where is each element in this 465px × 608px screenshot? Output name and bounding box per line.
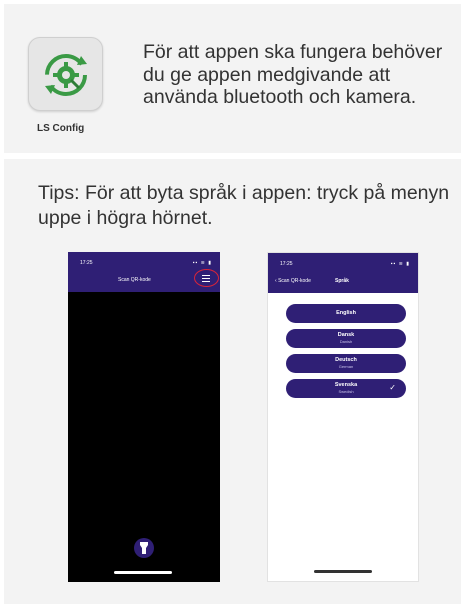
phone-screenshot-scan: 17:25 ▪▪ ≋ ▮ Scan QR-kode	[68, 252, 220, 582]
app-name-label: LS Config	[37, 123, 85, 134]
language-name: Deutsch	[335, 357, 357, 363]
back-label: Scan QR-kode	[278, 278, 311, 284]
home-indicator	[314, 570, 372, 573]
back-link[interactable]: ‹ Scan QR-kode	[275, 278, 311, 284]
gear-sync-icon	[45, 54, 87, 96]
phone-time: 17:25	[280, 261, 293, 267]
ls-config-app-icon	[28, 37, 103, 111]
language-option-english[interactable]: English	[286, 304, 406, 323]
phone-screenshot-language: 17:25 ▪▪ ≋ ▮ ‹ Scan QR-kode Språk Englis…	[267, 252, 419, 582]
permission-info-text: För att appen ska fungera behöver du ge …	[143, 41, 443, 108]
phone-header: 17:25 ▪▪ ≋ ▮ ‹ Scan QR-kode Språk	[268, 253, 418, 293]
language-name: Svenska	[334, 382, 358, 388]
language-subtitle: German	[338, 364, 354, 369]
highlight-circle	[194, 269, 219, 287]
language-option-deutsch[interactable]: Deutsch German	[286, 354, 406, 373]
phone-header: 17:25 ▪▪ ≋ ▮ Scan QR-kode	[68, 252, 220, 292]
checkmark-icon: ✓	[389, 383, 396, 392]
permissions-card: LS Config För att appen ska fungera behö…	[4, 4, 461, 153]
home-indicator	[114, 571, 172, 574]
phone-title: Språk	[335, 278, 349, 284]
phone-status-icons: ▪▪ ≋ ▮	[192, 260, 212, 266]
language-tips-text: Tips: För att byta språk i appen: tryck …	[38, 182, 450, 229]
language-name: Dansk	[337, 332, 355, 338]
flashlight-icon	[140, 542, 148, 554]
phone-time: 17:25	[80, 260, 93, 266]
language-subtitle: Swedish	[338, 389, 354, 394]
language-subtitle: Danish	[339, 339, 353, 344]
phone-title: Scan QR-kode	[118, 277, 151, 283]
language-list: English Dansk Danish Deutsch German Sven…	[286, 304, 406, 404]
language-option-dansk[interactable]: Dansk Danish	[286, 329, 406, 348]
phone-status-icons: ▪▪ ≋ ▮	[390, 261, 410, 267]
flashlight-button[interactable]	[134, 538, 154, 558]
language-name: English	[336, 310, 356, 316]
language-option-svenska[interactable]: Svenska Swedish ✓	[286, 379, 406, 398]
